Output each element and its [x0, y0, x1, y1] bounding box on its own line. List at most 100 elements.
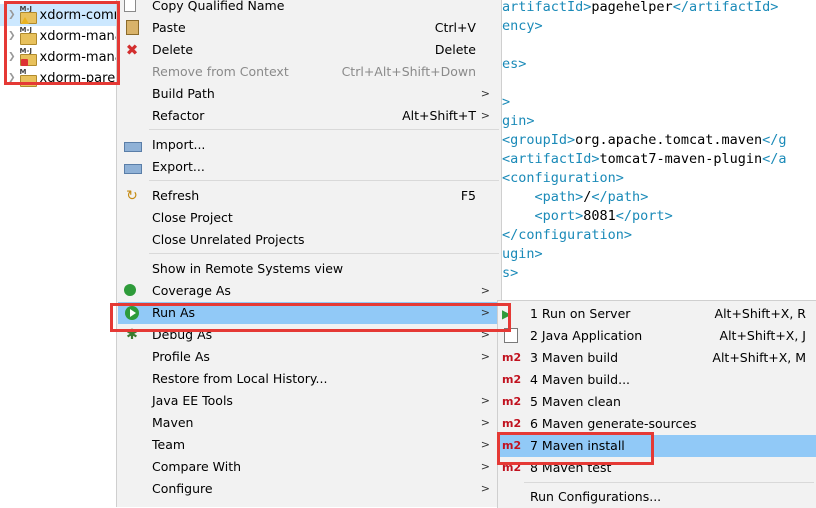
tree-item-label: xdorm-manager: [39, 28, 118, 44]
code-line: s>: [502, 264, 518, 283]
menu-item-coverage-as[interactable]: Coverage As >: [118, 280, 500, 302]
maven-project-icon: M-J: [19, 5, 37, 24]
menu-item-delete[interactable]: ✖ Delete Delete: [118, 39, 500, 61]
xml-tag-open: >: [502, 94, 511, 110]
expand-arrow-icon[interactable]: ❯: [8, 73, 16, 83]
code-line: ugin>: [502, 245, 543, 264]
xml-text: pagehelper: [591, 0, 673, 15]
submenu-item-maven-test[interactable]: m2 8 Maven test: [499, 457, 816, 479]
menu-item-show-in-remote-systems[interactable]: Show in Remote Systems view: [118, 258, 500, 280]
server-icon: ▶: [502, 307, 512, 321]
expand-arrow-icon[interactable]: ❯: [8, 31, 16, 41]
xml-editor[interactable]: artifactId>pagehelper</artifactId> ency> e…: [496, 0, 816, 300]
maven-m2-icon: m2: [502, 373, 522, 386]
menu-item-debug-as[interactable]: ✱ Debug As >: [118, 324, 500, 346]
maven-m2-icon: m2: [502, 461, 522, 474]
xml-tag-close: </a: [762, 151, 787, 167]
xml-tag-open: <artifactId>: [502, 151, 600, 167]
submenu-item-maven-clean[interactable]: m2 5 Maven clean: [499, 391, 816, 413]
chevron-right-icon: >: [480, 328, 490, 341]
menu-item-paste[interactable]: Paste Ctrl+V: [118, 17, 500, 39]
code-line: <port>8081</port>: [502, 207, 673, 226]
menu-item-close-project[interactable]: Close Project: [118, 207, 500, 229]
tree-item-xdorm-common[interactable]: ❯ M-J xdorm-common: [0, 4, 118, 26]
menu-separator: [149, 253, 499, 254]
menu-item-compare-with[interactable]: Compare With >: [118, 456, 500, 478]
menu-item-refactor[interactable]: Refactor Alt+Shift+T >: [118, 105, 500, 127]
submenu-item-java-application[interactable]: 2 Java Application Alt+Shift+X, J: [499, 325, 816, 347]
remove-context-icon: [124, 64, 140, 80]
menu-item-label: Remove from Context: [152, 64, 289, 79]
submenu-item-shortcut: Alt+Shift+X, J: [719, 328, 806, 343]
menu-item-copy-qualified-name[interactable]: Copy Qualified Name: [118, 0, 500, 17]
maven-project-icon: M-J: [19, 26, 37, 45]
tree-item-label: xdorm-common: [39, 7, 118, 23]
project-explorer: ❯ M-J xdorm-common ❯ M-J xdorm-manager ❯…: [0, 0, 118, 507]
menu-item-close-unrelated-projects[interactable]: Close Unrelated Projects: [118, 229, 500, 251]
tree-item-xdorm-manager[interactable]: ❯ M-J xdorm-manager: [0, 25, 118, 47]
chevron-right-icon: >: [480, 460, 490, 473]
submenu-item-label: Run Configurations...: [530, 489, 662, 504]
menu-item-label: Refactor: [152, 108, 205, 123]
menu-item-build-path[interactable]: Build Path >: [118, 83, 500, 105]
menu-item-java-ee-tools[interactable]: Java EE Tools >: [118, 390, 500, 412]
maven-project-error-icon: M-J: [19, 47, 37, 66]
xml-tag-open: s>: [502, 265, 519, 281]
menu-item-export[interactable]: Export...: [118, 156, 500, 178]
menu-item-configure[interactable]: Configure >: [118, 478, 500, 500]
expand-arrow-icon[interactable]: ❯: [8, 52, 16, 62]
xml-tag-open: ugin>: [502, 246, 543, 262]
tree-item-xdorm-parent[interactable]: ❯ M xdorm-parent: [0, 67, 118, 89]
menu-separator: [149, 180, 499, 181]
menu-item-shortcut: Alt+Shift+T: [402, 108, 476, 123]
code-line: <configuration>: [502, 169, 624, 188]
copy-icon: [124, 0, 136, 12]
context-menu: Copy Qualified Name Paste Ctrl+V ✖ Delet…: [116, 0, 502, 507]
code-line: gin>: [502, 112, 535, 131]
menu-item-label: Restore from Local History...: [152, 371, 328, 386]
menu-item-label: Close Unrelated Projects: [152, 232, 305, 247]
xml-text: 8081: [583, 208, 616, 224]
menu-item-label: Compare With: [152, 459, 242, 474]
code-line: es>: [502, 55, 526, 74]
submenu-item-run-configurations[interactable]: Run Configurations...: [499, 486, 816, 508]
menu-item-refresh[interactable]: ↻ Refresh F5: [118, 185, 500, 207]
submenu-item-label: 7 Maven install: [530, 438, 625, 453]
submenu-item-maven-build-config[interactable]: m2 4 Maven build...: [499, 369, 816, 391]
expand-arrow-icon[interactable]: ❯: [8, 10, 16, 20]
menu-item-label: Build Path: [152, 86, 215, 101]
chevron-right-icon: >: [480, 109, 490, 122]
xml-tag-open: </configuration>: [502, 227, 633, 243]
menu-item-restore-local-history[interactable]: Restore from Local History...: [118, 368, 500, 390]
menu-item-run-as[interactable]: Run As >: [118, 302, 500, 324]
menu-item-shortcut: Ctrl+Alt+Shift+Down: [341, 64, 476, 79]
menu-item-label: Paste: [152, 20, 186, 35]
xml-tag-close: </path>: [591, 189, 649, 205]
menu-item-label: Import...: [152, 137, 206, 152]
xml-tag-open: artifactId>: [502, 0, 592, 15]
menu-item-label: Maven: [152, 415, 194, 430]
code-line: artifactId>pagehelper</artifactId>: [502, 0, 778, 17]
menu-item-shortcut: Delete: [434, 42, 476, 57]
chevron-right-icon: >: [480, 394, 490, 407]
submenu-item-maven-generate-sources[interactable]: m2 6 Maven generate-sources: [499, 413, 816, 435]
maven-m2-icon: m2: [502, 439, 522, 452]
menu-item-profile-as[interactable]: Profile As >: [118, 346, 500, 368]
menu-item-import[interactable]: Import...: [118, 134, 500, 156]
menu-item-maven[interactable]: Maven >: [118, 412, 500, 434]
menu-item-label: Refresh: [152, 188, 200, 203]
tree-item-xdorm-manager-2[interactable]: ❯ M-J xdorm-manager: [0, 46, 118, 68]
submenu-item-maven-build[interactable]: m2 3 Maven build Alt+Shift+X, M: [499, 347, 816, 369]
xml-tag-close: </artifactId>: [672, 0, 779, 15]
chevron-right-icon: >: [480, 482, 490, 495]
xml-tag-open: <path>: [502, 189, 584, 205]
code-line: </configuration>: [502, 226, 632, 245]
menu-item-shortcut: F5: [460, 188, 476, 203]
submenu-item-run-on-server[interactable]: ▶ 1 Run on Server Alt+Shift+X, R: [499, 303, 816, 325]
menu-item-label: Delete: [152, 42, 194, 57]
submenu-item-maven-install[interactable]: m2 7 Maven install: [499, 435, 816, 457]
tree-item-label: xdorm-manager: [39, 49, 118, 65]
xml-tag-open: <port>: [502, 208, 584, 224]
menu-item-team[interactable]: Team >: [118, 434, 500, 456]
chevron-right-icon: >: [480, 350, 490, 363]
